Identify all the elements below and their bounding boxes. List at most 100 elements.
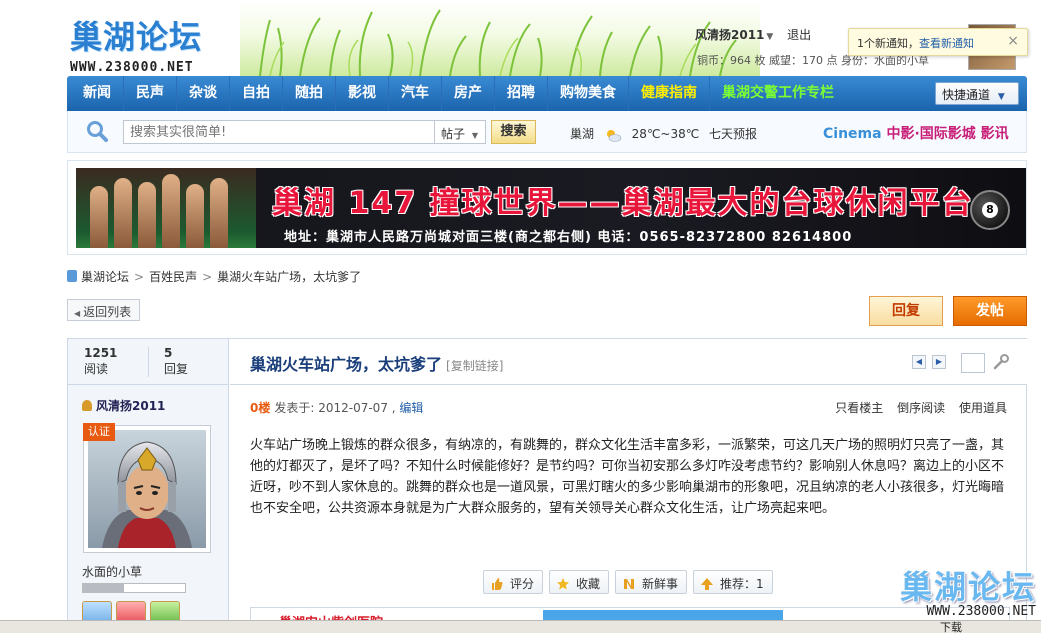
share-news-button[interactable]: 新鲜事 — [615, 570, 688, 594]
quick-access-dropdown[interactable]: 快捷通道 ▼ — [935, 82, 1019, 105]
breadcrumb-item-thread[interactable]: 巢湖火车站广场，太坑爹了 — [217, 270, 361, 284]
page-jump-input[interactable] — [961, 353, 985, 373]
view-notification-link[interactable]: 查看新通知 — [919, 37, 974, 50]
thread-title: 巢湖火车站广场，太坑爹了 [复制链接] — [250, 351, 503, 375]
nav-item-0[interactable]: 新闻 — [71, 76, 124, 111]
nav-item-6[interactable]: 汽车 — [389, 76, 442, 111]
download-label[interactable]: 下载 — [940, 619, 962, 633]
favorite-button[interactable]: 收藏 — [549, 570, 610, 594]
breadcrumb-item-forum[interactable]: 百姓民声 — [149, 270, 197, 284]
star-icon — [557, 578, 570, 590]
share-news-label: 新鲜事 — [642, 577, 679, 591]
thread-container: 1251 阅读 5 回复 风清扬2011 认证 水面的小草 巢湖火车站广场，太坑… — [67, 338, 1027, 633]
search-input[interactable] — [123, 120, 435, 144]
breadcrumb-separator: > — [134, 270, 145, 284]
new-post-button[interactable]: 发帖 — [953, 296, 1027, 326]
copy-link-button[interactable]: [复制链接] — [446, 359, 503, 373]
close-icon[interactable]: × — [1007, 33, 1019, 49]
prev-thread-icon[interactable]: ◀ — [912, 355, 926, 369]
sun-cloud-icon — [606, 129, 622, 142]
browser-status-bar: 下载 — [0, 620, 1041, 633]
breadcrumb-separator: > — [202, 270, 213, 284]
nav-item-2[interactable]: 杂谈 — [177, 76, 230, 111]
search-type-label: 帖子 — [441, 127, 466, 141]
nav-item-10[interactable]: 健康指南 — [629, 76, 710, 111]
views-label: 阅读 — [84, 362, 109, 376]
rate-button[interactable]: 评分 — [483, 570, 544, 594]
home-icon — [67, 270, 77, 282]
thread-stats: 1251 阅读 5 回复 — [68, 339, 229, 385]
author-sidebar: 1251 阅读 5 回复 风清扬2011 认证 水面的小草 — [68, 339, 229, 633]
replies-label: 回复 — [164, 362, 189, 376]
user-icon — [82, 400, 92, 411]
wrench-icon[interactable] — [992, 353, 1010, 371]
breadcrumb-item-home[interactable]: 巢湖论坛 — [81, 270, 129, 284]
weather-forecast-link[interactable]: 七天预报 — [709, 127, 757, 141]
author-avatar[interactable] — [83, 425, 211, 553]
eight-ball-number: 8 — [982, 202, 998, 218]
eight-ball-icon: 8 — [970, 190, 1010, 230]
author-name[interactable]: 风清扬2011 — [82, 397, 165, 414]
reverse-order-link[interactable]: 倒序阅读 — [897, 401, 945, 415]
ad-banner[interactable]: 巢湖 147 撞球世界——巢湖最大的台球休闲平台 地址：巢湖市人民路万尚城对面三… — [67, 160, 1027, 255]
search-button[interactable]: 搜索 — [491, 120, 536, 144]
site-header: 巢湖论坛 WWW.238000.NET 风清扬2011 ▼ 退出 铜币：964 枚… — [0, 0, 1041, 76]
main-nav: 新闻 民声 杂谈 自拍 随拍 影视 汽车 房产 招聘 购物美食 健康指南 巢湖交警工作专栏 快捷通道 … — [67, 76, 1027, 111]
thumb-up-icon — [492, 578, 503, 590]
user-box: 风清扬2011 ▼ 退出 — [695, 26, 811, 43]
arrow-up-icon — [701, 578, 714, 590]
favorite-label: 收藏 — [576, 577, 601, 591]
post-date: 发表于: 2012-07-07 , — [274, 401, 396, 415]
logout-link[interactable]: 退出 — [787, 28, 811, 42]
site-logo[interactable]: 巢湖论坛 WWW.238000.NET — [70, 12, 202, 75]
floor-number: 0楼 — [250, 401, 271, 415]
replies-stat: 5 回复 — [164, 345, 188, 377]
logo-url: WWW.238000.NET — [70, 60, 194, 75]
nav-item-8[interactable]: 招聘 — [495, 76, 548, 111]
search-bar: 帖子 ▼ 搜索 巢湖 28℃~38℃ 七天预报 Cinema 中影·国际影城 影… — [67, 111, 1027, 153]
search-icon — [87, 121, 108, 142]
thread-title-text: 巢湖火车站广场，太坑爹了 — [250, 355, 443, 374]
nav-item-1[interactable]: 民声 — [124, 76, 177, 111]
chevron-down-icon: ▼ — [997, 92, 1005, 102]
back-to-list-label: 返回列表 — [83, 305, 132, 319]
weather-widget: 巢湖 28℃~38℃ 七天预报 — [570, 125, 763, 142]
rate-label: 评分 — [510, 577, 535, 591]
back-to-list-button[interactable]: ◀ 返回列表 — [67, 299, 140, 321]
post-tools: 只看楼主 倒序阅读 使用道具 — [825, 399, 1007, 416]
nav-item-11[interactable]: 巢湖交警工作专栏 — [710, 76, 846, 111]
use-tools-link[interactable]: 使用道具 — [959, 401, 1007, 415]
warrior-portrait — [88, 430, 206, 548]
post-body: 火车站广场晚上锻炼的群众很多，有纳凉的，有跳舞的，群众文化生活丰富多彩，一派繁荣… — [250, 438, 1005, 516]
post-meta: 0楼 发表于: 2012-07-07 , 编辑 — [250, 399, 423, 416]
notification-text: 1个新通知， — [857, 37, 919, 50]
nav-item-5[interactable]: 影视 — [336, 76, 389, 111]
reply-button[interactable]: 回复 — [869, 296, 943, 326]
nav-item-9[interactable]: 购物美食 — [548, 76, 629, 111]
weather-temp: 28℃~38℃ — [631, 127, 700, 141]
search-type-select[interactable]: 帖子 ▼ — [434, 120, 486, 144]
username-link[interactable]: 风清扬2011 — [695, 28, 764, 42]
nav-list: 新闻 民声 杂谈 自拍 随拍 影视 汽车 房产 招聘 购物美食 健康指南 巢湖交警工作专栏 — [67, 76, 1027, 111]
cinema-ad[interactable]: Cinema 中影·国际影城 影讯 — [823, 123, 1009, 143]
recommend-button[interactable]: 推荐：1 — [693, 570, 773, 594]
quick-access-label: 快捷通道 — [942, 88, 991, 102]
views-count: 1251 — [84, 346, 118, 360]
edit-link[interactable]: 编辑 — [399, 401, 423, 415]
nav-item-7[interactable]: 房产 — [442, 76, 495, 111]
chevron-down-icon[interactable]: ▼ — [766, 32, 773, 42]
only-author-link[interactable]: 只看楼主 — [835, 401, 883, 415]
views-stat: 1251 阅读 — [84, 345, 117, 377]
site-watermark: 巢湖论坛 WWW.238000.NET — [900, 562, 1036, 619]
banner-photo — [76, 168, 256, 248]
news-icon — [624, 579, 635, 589]
nav-item-4[interactable]: 随拍 — [283, 76, 336, 111]
header-grass-decoration — [240, 0, 760, 76]
author-group: 水面的小草 — [82, 565, 143, 579]
logo-text: 巢湖论坛 — [70, 18, 203, 56]
notification-popup: 1个新通知，查看新通知 × — [848, 28, 1028, 56]
author-name-text: 风清扬2011 — [96, 399, 166, 413]
nav-item-3[interactable]: 自拍 — [230, 76, 283, 111]
next-thread-icon[interactable]: ▶ — [932, 355, 946, 369]
breadcrumb: 巢湖论坛 > 百姓民声 > 巢湖火车站广场，太坑爹了 — [67, 268, 361, 285]
